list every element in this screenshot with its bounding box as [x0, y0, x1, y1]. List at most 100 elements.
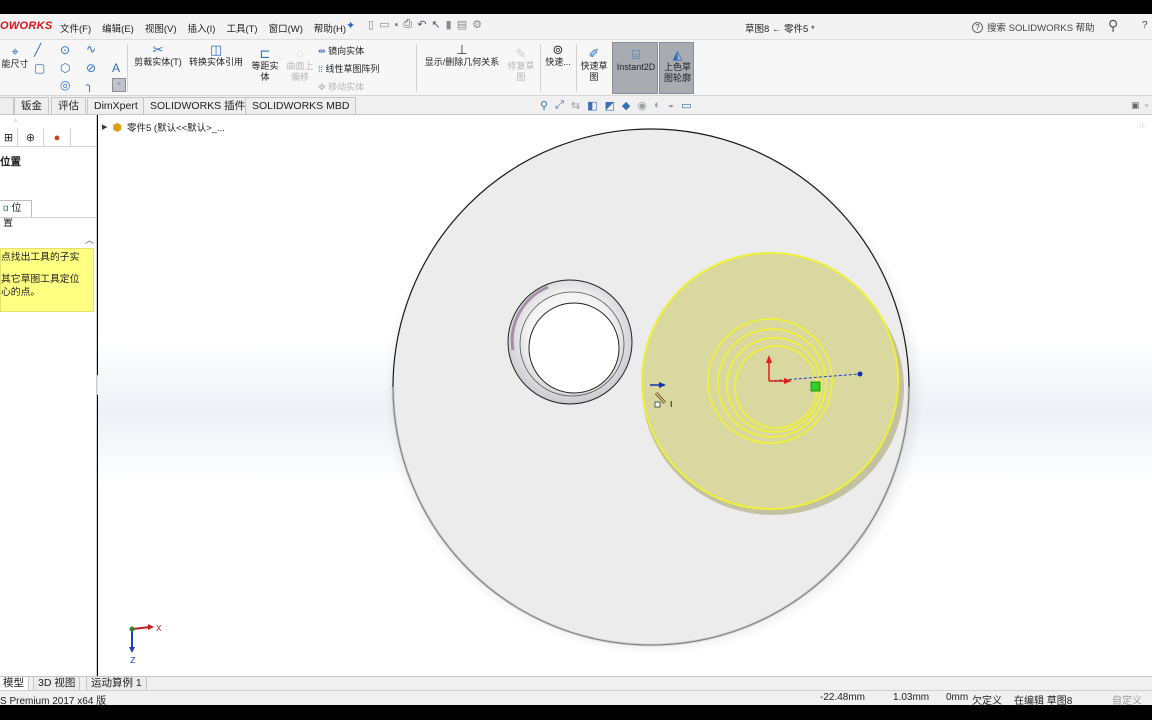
sketch-fillet-icon[interactable]: ◎	[60, 78, 70, 92]
screen-top-border	[0, 0, 1152, 14]
relation-marker-icon[interactable]	[810, 381, 821, 392]
menu-insert[interactable]: 插入(I)	[187, 21, 215, 35]
line-icon[interactable]: ╱	[34, 43, 41, 57]
tab-model[interactable]: 模型	[0, 677, 29, 691]
mirror-entities-button[interactable]: ⇹ 镜向实体	[318, 44, 364, 57]
instant2d-label: Instant2D	[616, 62, 656, 72]
zoom-to-area-icon[interactable]: ⤢	[555, 99, 564, 112]
display-manager-tab-icon[interactable]: ●	[44, 129, 71, 147]
tab-motion-study[interactable]: 运动算例 1	[86, 677, 147, 691]
manager-tabs: ⊞ ⊕ ●	[0, 129, 97, 147]
previous-view-icon[interactable]: ⇆	[571, 99, 580, 112]
menu-file[interactable]: 文件(F)	[60, 21, 91, 35]
svg-text:I: I	[670, 400, 672, 409]
tab-3d-views[interactable]: 3D 视图	[33, 677, 81, 691]
restore-viewport-icon[interactable]: ▣	[1131, 100, 1140, 111]
close-viewport-icon[interactable]: ▫	[1145, 100, 1148, 110]
feature-manager-tab-icon[interactable]: ⊞	[0, 129, 18, 147]
hide-show-items-icon[interactable]: ◉	[637, 99, 647, 112]
select-icon[interactable]: ↖	[431, 18, 440, 31]
command-manager: ⌖ 能尺寸 ╱ ⊙ ∿ ▢ ⬡ ⊘ A ◎ ╮ ▫ ✂ 剪裁实体(T) ◫ 转换…	[0, 40, 1152, 96]
position-tab-icon: ɑ	[3, 203, 9, 214]
spline-icon[interactable]: ∿	[86, 42, 96, 56]
through-hole[interactable]	[528, 302, 620, 394]
menu-help[interactable]: 帮助(H)	[314, 21, 346, 35]
screen-bottom-border	[0, 705, 1152, 720]
menu-tools[interactable]: 工具(T)	[226, 21, 257, 35]
open-document-icon[interactable]: ▭	[379, 18, 389, 31]
rapid-sketch-label-2: 图	[589, 72, 599, 82]
tab-solidworks-addins[interactable]: SOLIDWORKS 插件	[143, 97, 253, 114]
quick-snaps-label: 快速...	[545, 57, 571, 67]
graphics-area[interactable]: ▶ ⬢ 零件5 (默认<<默认>_... ⁘ I X Z	[98, 115, 1152, 676]
convert-entities-button[interactable]: ◫ 转换实体引用	[186, 42, 246, 68]
sketch-endpoint[interactable]	[857, 371, 863, 377]
tab-sheet-metal[interactable]: 钣金	[14, 97, 49, 114]
panel-collapse-icon[interactable]: ◦	[14, 116, 17, 125]
help-search-label: 搜索 SOLIDWORKS 帮助	[987, 23, 1095, 34]
point-icon[interactable]: ▫	[112, 78, 126, 92]
file-properties-icon[interactable]: ▤	[457, 18, 467, 31]
convert-entities-icon: ◫	[209, 42, 223, 57]
status-bar: S Premium 2017 x64 版 -22.48mm 1.03mm 0mm…	[0, 690, 1152, 707]
tab-dimxpert[interactable]: DimXpert	[87, 97, 145, 114]
save-icon[interactable]: ▪	[394, 19, 398, 31]
smart-dimension-button[interactable]: ⌖ 能尺寸	[0, 45, 30, 70]
section-view-icon[interactable]: ◧	[587, 99, 597, 112]
shaded-sketch-contours-button[interactable]: ◭ 上色草 图轮廓	[659, 42, 694, 94]
circle-icon[interactable]: ⊙	[60, 43, 70, 57]
rectangle-icon[interactable]: ▢	[34, 61, 45, 75]
relations-icon: ⊥	[456, 42, 468, 57]
tab-position[interactable]: ɑ 位置	[0, 200, 32, 229]
edit-appearance-icon[interactable]: ◐	[654, 99, 661, 112]
rapid-sketch-button[interactable]: ✐ 快速草 图	[578, 47, 610, 83]
chevron-up-icon[interactable]: ︿	[85, 233, 94, 246]
pin-menu-icon[interactable]: ✦	[346, 19, 355, 32]
zoom-to-fit-icon[interactable]: ⚲	[540, 99, 548, 112]
menu-view[interactable]: 视图(V)	[145, 21, 177, 35]
tab-evaluate[interactable]: 评估	[51, 97, 86, 114]
options-gear-icon[interactable]: ⚙	[472, 18, 482, 31]
display-delete-relations-label: 显示/删除几何关系	[424, 57, 500, 67]
undo-icon[interactable]: ↶	[417, 18, 426, 31]
tab-sketch[interactable]	[0, 97, 14, 114]
rebuild-icon[interactable]: ▮	[446, 18, 452, 31]
search-icon[interactable]: ⚲	[1108, 17, 1118, 34]
quick-snaps-button[interactable]: ⊚ 快速...	[542, 42, 574, 68]
dimxpert-manager-tab-icon[interactable]: ⊕	[18, 129, 44, 147]
instant2d-button[interactable]: ⌸ Instant2D	[612, 42, 658, 94]
rapid-sketch-label-1: 快速草	[580, 61, 608, 71]
view-orientation-icon[interactable]: ◩	[605, 99, 615, 112]
status-z-coordinate: 0mm	[946, 692, 969, 703]
offset-on-surface-button[interactable]: ◌ 曲面上 偏移	[284, 47, 316, 83]
help-icon: ?	[972, 21, 983, 33]
print-icon[interactable]: ⎙	[403, 18, 412, 31]
ribbon-separator	[127, 44, 128, 92]
new-document-icon[interactable]: ▯	[368, 18, 374, 31]
help-question-button[interactable]: ?	[1142, 20, 1148, 31]
message-line-3: 心的点。	[1, 287, 41, 298]
divider	[0, 217, 97, 218]
linear-pattern-button[interactable]: ⁞⁞ 线性草图阵列	[318, 62, 380, 75]
view-settings-icon[interactable]: ▭	[681, 99, 691, 112]
menu-window[interactable]: 窗口(W)	[269, 21, 303, 35]
triad-x-label: X	[156, 624, 162, 633]
ellipse-icon[interactable]: ⊘	[86, 61, 96, 75]
smart-dimension-label: 能尺寸	[1, 59, 29, 69]
arc-icon[interactable]: ╮	[86, 78, 93, 92]
quick-snaps-icon: ⊚	[552, 42, 564, 57]
text-icon[interactable]: A	[112, 61, 120, 75]
polygon-icon[interactable]: ⬡	[60, 61, 70, 75]
help-search[interactable]: ? 搜索 SOLIDWORKS 帮助	[972, 20, 1095, 34]
bottom-tabs: 模型 3D 视图 运动算例 1	[0, 676, 1152, 691]
offset-on-surface-label-2: 偏移	[290, 72, 309, 82]
offset-entities-button[interactable]: ⊏ 等距实 体	[248, 47, 282, 83]
menu-edit[interactable]: 编辑(E)	[102, 21, 134, 35]
display-style-icon[interactable]: ◆	[622, 99, 630, 112]
repair-sketch-button[interactable]: ✎ 修复草 图	[506, 47, 536, 83]
move-entities-button[interactable]: ✥ 移动实体	[318, 80, 364, 93]
tab-solidworks-mbd[interactable]: SOLIDWORKS MBD	[245, 97, 357, 114]
apply-scene-icon[interactable]: ◒	[668, 99, 675, 112]
display-delete-relations-button[interactable]: ⊥ 显示/删除几何关系	[420, 42, 504, 68]
trim-entities-button[interactable]: ✂ 剪裁实体(T)	[132, 43, 184, 68]
